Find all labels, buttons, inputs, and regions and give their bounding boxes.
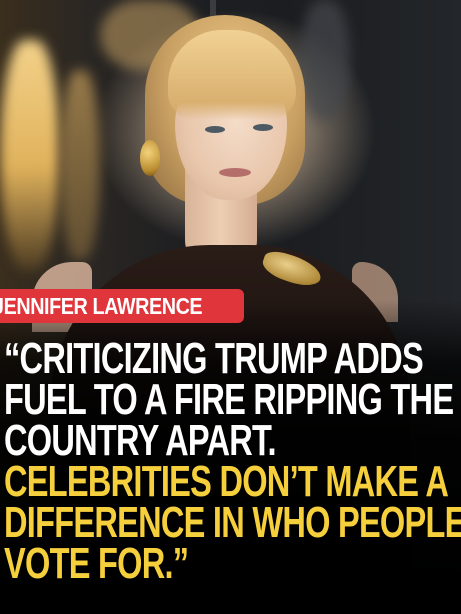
name-tag-label: JENNIFER LAWRENCE [0,292,203,319]
background-light [0,40,60,270]
lips [219,168,251,177]
left-eye [205,126,225,133]
name-tag: JENNIFER LAWRENCE [0,289,245,323]
news-quote-graphic: JENNIFER LAWRENCE “CRITICIZING TRUMP ADD… [0,0,461,614]
earring [140,140,160,176]
quote-highlight-line: DIFFERENCE IN WHO PEOPLE [4,498,461,547]
quote-line: “CRITICIZING TRUMP ADDS [4,334,424,383]
quote-highlight-line: CELEBRITIES DON’T MAKE A [4,457,449,506]
right-eye [253,124,273,131]
background-light [300,0,350,120]
quote-line: FUEL TO A FIRE RIPPING THE [4,375,454,424]
quote-highlight-line: VOTE FOR.” [4,539,189,588]
background-light [60,70,100,260]
quote-text: “CRITICIZING TRUMP ADDS FUEL TO A FIRE R… [4,334,461,588]
quote-line: COUNTRY APART. [4,416,277,465]
